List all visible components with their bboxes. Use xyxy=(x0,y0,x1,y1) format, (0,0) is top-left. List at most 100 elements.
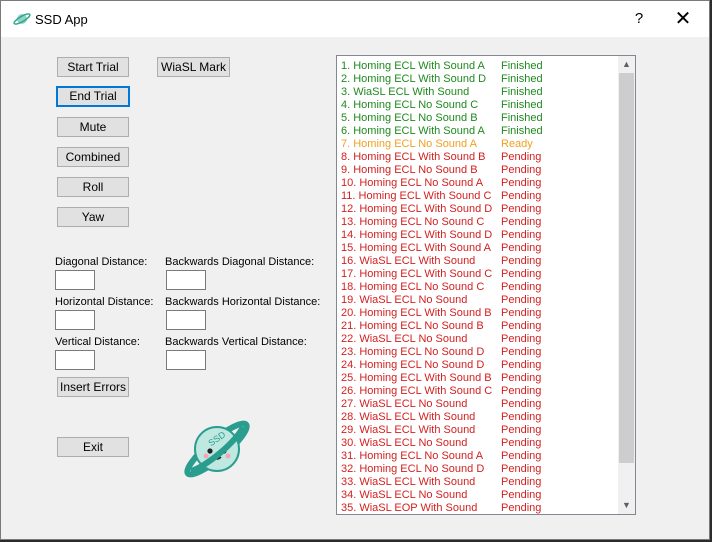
list-item[interactable]: 7. Homing ECL No Sound A Ready xyxy=(341,138,619,151)
trial-status: Pending xyxy=(501,229,542,241)
list-item[interactable]: 28. WiaSL ECL With Sound Pending xyxy=(341,411,619,424)
trial-status: Pending xyxy=(501,203,542,215)
trial-status: Pending xyxy=(501,450,542,462)
trial-status: Pending xyxy=(501,307,542,319)
trial-status: Pending xyxy=(501,489,542,501)
trial-name: 30. WiaSL ECL No Sound xyxy=(341,437,468,449)
planet-mascot-logo: SSD xyxy=(184,420,250,478)
list-item[interactable]: 22. WiaSL ECL No Sound Pending xyxy=(341,333,619,346)
backwards-diagonal-distance-field[interactable] xyxy=(166,270,206,290)
scroll-thumb[interactable] xyxy=(619,73,634,463)
list-item[interactable]: 16. WiaSL ECL With Sound Pending xyxy=(341,255,619,268)
trial-name: 26. Homing ECL With Sound C xyxy=(341,385,493,397)
backwards-diagonal-distance-label: Backwards Diagonal Distance: xyxy=(165,256,315,268)
trial-name: 12. Homing ECL With Sound D xyxy=(341,203,493,215)
list-item[interactable]: 27. WiaSL ECL No Sound Pending xyxy=(341,398,619,411)
list-item[interactable]: 23. Homing ECL No Sound D Pending xyxy=(341,346,619,359)
trial-status: Pending xyxy=(501,372,542,384)
backwards-horizontal-distance-label: Backwards Horizontal Distance: xyxy=(165,296,321,308)
trial-status: Finished xyxy=(501,73,543,85)
trial-status: Pending xyxy=(501,437,542,449)
trial-status: Pending xyxy=(501,216,542,228)
trial-name: 27. WiaSL ECL No Sound xyxy=(341,398,468,410)
scroll-down-icon[interactable]: ▼ xyxy=(618,497,635,514)
end-trial-button[interactable]: End Trial xyxy=(56,86,130,107)
combined-button[interactable]: Combined xyxy=(57,147,129,167)
list-item[interactable]: 19. WiaSL ECL No Sound Pending xyxy=(341,294,619,307)
mute-button[interactable]: Mute xyxy=(57,117,129,137)
horizontal-distance-field[interactable] xyxy=(55,310,95,330)
list-item[interactable]: 1. Homing ECL With Sound A Finished xyxy=(341,60,619,73)
list-item[interactable]: 13. Homing ECL No Sound C Pending xyxy=(341,216,619,229)
trial-status: Pending xyxy=(501,190,542,202)
trial-status: Pending xyxy=(501,151,542,163)
trial-status: Pending xyxy=(501,385,542,397)
list-item[interactable]: 11. Homing ECL With Sound C Pending xyxy=(341,190,619,203)
vertical-distance-field[interactable] xyxy=(55,350,95,370)
list-item[interactable]: 4. Homing ECL No Sound C Finished xyxy=(341,99,619,112)
vertical-distance-label: Vertical Distance: xyxy=(55,336,140,348)
trial-status: Finished xyxy=(501,99,543,111)
trial-name: 15. Homing ECL With Sound A xyxy=(341,242,492,254)
trial-status: Pending xyxy=(501,177,542,189)
list-item[interactable]: 18. Homing ECL No Sound C Pending xyxy=(341,281,619,294)
close-button[interactable]: ✕ xyxy=(669,5,697,33)
trial-status: Finished xyxy=(501,86,543,98)
list-item[interactable]: 15. Homing ECL With Sound A Pending xyxy=(341,242,619,255)
title-bar: SSD App ? ✕ xyxy=(1,1,709,37)
list-item[interactable]: 2. Homing ECL With Sound D Finished xyxy=(341,73,619,86)
list-item[interactable]: 14. Homing ECL With Sound D Pending xyxy=(341,229,619,242)
trial-name: 9. Homing ECL No Sound B xyxy=(341,164,478,176)
trial-status: Pending xyxy=(501,346,542,358)
trial-name: 17. Homing ECL With Sound C xyxy=(341,268,493,280)
list-item[interactable]: 20. Homing ECL With Sound B Pending xyxy=(341,307,619,320)
list-item[interactable]: 30. WiaSL ECL No Sound Pending xyxy=(341,437,619,450)
list-item[interactable]: 8. Homing ECL With Sound B Pending xyxy=(341,151,619,164)
trial-name: 35. WiaSL EOP With Sound xyxy=(341,502,478,514)
list-item[interactable]: 21. Homing ECL No Sound B Pending xyxy=(341,320,619,333)
list-item[interactable]: 17. Homing ECL With Sound C Pending xyxy=(341,268,619,281)
trial-list[interactable]: 1. Homing ECL With Sound A Finished 2. Hom… xyxy=(336,55,636,515)
help-button[interactable]: ? xyxy=(627,5,651,33)
list-item[interactable]: 31. Homing ECL No Sound A Pending xyxy=(341,450,619,463)
list-item[interactable]: 5. Homing ECL No Sound B Finished xyxy=(341,112,619,125)
trial-name: 22. WiaSL ECL No Sound xyxy=(341,333,468,345)
insert-errors-button[interactable]: Insert Errors xyxy=(57,377,129,397)
wiasl-mark-button[interactable]: WiaSL Mark xyxy=(157,57,230,77)
scroll-up-icon[interactable]: ▲ xyxy=(618,56,635,73)
window-title: SSD App xyxy=(35,12,88,27)
trial-status: Finished xyxy=(501,60,543,72)
list-item[interactable]: 12. Homing ECL With Sound D Pending xyxy=(341,203,619,216)
trial-name: 34. WiaSL ECL No Sound xyxy=(341,489,468,501)
start-trial-button[interactable]: Start Trial xyxy=(57,57,129,77)
list-item[interactable]: 9. Homing ECL No Sound B Pending xyxy=(341,164,619,177)
list-item[interactable]: 24. Homing ECL No Sound D Pending xyxy=(341,359,619,372)
trial-name: 1. Homing ECL With Sound A xyxy=(341,60,485,72)
list-item[interactable]: 33. WiaSL ECL With Sound Pending xyxy=(341,476,619,489)
trial-name: 11. Homing ECL With Sound C xyxy=(341,190,492,202)
list-item[interactable]: 10. Homing ECL No Sound A Pending xyxy=(341,177,619,190)
trial-list-rows: 1. Homing ECL With Sound A Finished 2. Hom… xyxy=(341,60,619,514)
backwards-horizontal-distance-field[interactable] xyxy=(166,310,206,330)
trial-name: 18. Homing ECL No Sound C xyxy=(341,281,485,293)
list-item[interactable]: 3. WiaSL ECL With Sound Finished xyxy=(341,86,619,99)
list-item[interactable]: 25. Homing ECL With Sound B Pending xyxy=(341,372,619,385)
yaw-button[interactable]: Yaw xyxy=(57,207,129,227)
trial-name: 25. Homing ECL With Sound B xyxy=(341,372,492,384)
exit-button[interactable]: Exit xyxy=(57,437,129,457)
trial-status: Pending xyxy=(501,294,542,306)
trial-status: Pending xyxy=(501,398,542,410)
diagonal-distance-field[interactable] xyxy=(55,270,95,290)
list-scrollbar[interactable]: ▲ ▼ xyxy=(618,56,635,514)
list-item[interactable]: 32. Homing ECL No Sound D Pending xyxy=(341,463,619,476)
list-item[interactable]: 6. Homing ECL With Sound A Finished xyxy=(341,125,619,138)
list-item[interactable]: 34. WiaSL ECL No Sound Pending xyxy=(341,489,619,502)
list-item[interactable]: 29. WiaSL ECL With Sound Pending xyxy=(341,424,619,437)
trial-status: Pending xyxy=(501,424,542,436)
trial-name: 33. WiaSL ECL With Sound xyxy=(341,476,476,488)
roll-button[interactable]: Roll xyxy=(57,177,129,197)
trial-name: 7. Homing ECL No Sound A xyxy=(341,138,477,150)
list-item[interactable]: 35. WiaSL EOP With Sound Pending xyxy=(341,502,619,514)
list-item[interactable]: 26. Homing ECL With Sound C Pending xyxy=(341,385,619,398)
backwards-vertical-distance-field[interactable] xyxy=(166,350,206,370)
